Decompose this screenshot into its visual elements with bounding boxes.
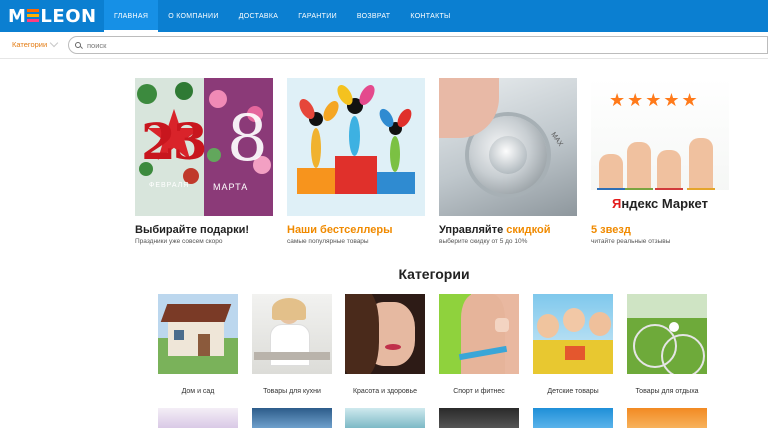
category-tile-peek[interactable] — [533, 408, 613, 428]
category-image[interactable] — [345, 294, 425, 374]
nav-returns[interactable]: ВОЗВРАТ — [347, 0, 400, 32]
promo-subtitle: читайте реальные отзывы — [591, 238, 671, 245]
categories-dropdown-label: Категории — [12, 40, 48, 49]
promo-image-label-feb: ФЕВРАЛЯ — [149, 182, 190, 189]
promo-card-gifts[interactable]: 23 8 ФЕВРАЛЯ МАРТА Выбирайте подарки! Пр… — [135, 78, 273, 245]
category-tile-sport[interactable]: Спорт и фитнес — [439, 294, 519, 395]
promo-card-bestsellers[interactable]: Наши бестселлеры самые популярные товары — [287, 78, 425, 245]
category-tile-beauty[interactable]: Красота и здоровье — [345, 294, 425, 395]
search-input[interactable] — [87, 40, 687, 50]
promo-subtitle: Праздники уже совсем скоро — [135, 238, 223, 245]
promo-image-number-23: 23 — [141, 112, 208, 171]
nav-about[interactable]: О КОМПАНИИ — [158, 0, 228, 32]
category-tile-kitchen[interactable]: Товары для кухни — [252, 294, 332, 395]
search-row: Категории — [0, 32, 768, 59]
nav-warranty[interactable]: ГАРАНТИИ — [288, 0, 347, 32]
category-tile-home-garden[interactable]: Дом и сад — [158, 294, 238, 395]
promo-subtitle: самые популярные товары — [287, 238, 369, 245]
category-image[interactable] — [158, 294, 238, 374]
category-tile-peek[interactable] — [345, 408, 425, 428]
promo-title[interactable]: Наши бестселлеры — [287, 224, 425, 236]
nav-contacts[interactable]: КОНТАКТЫ — [400, 0, 460, 32]
promo-title[interactable]: Управляйте скидкой — [439, 224, 577, 236]
category-tile-peek[interactable] — [252, 408, 332, 428]
promo-subtitle: выберите скидку от 5 до 10% — [439, 238, 528, 245]
category-tile-kids[interactable]: Детские товары — [533, 294, 613, 395]
chevron-down-icon — [49, 38, 59, 48]
promo-card-reviews[interactable]: ★★★★★ Яндекс Маркет 5 звезд читайте реал… — [591, 78, 729, 245]
categories-heading: Категории — [398, 266, 470, 282]
promo-image-knob[interactable]: MAX — [439, 78, 577, 216]
category-label[interactable]: Товары для отдыха — [607, 388, 727, 395]
knob-max-label: MAX — [549, 131, 564, 148]
category-image[interactable] — [627, 294, 707, 374]
promo-image-podium[interactable] — [287, 78, 425, 216]
search-icon — [75, 41, 82, 49]
nav-home[interactable]: ГЛАВНАЯ — [104, 0, 159, 32]
promo-image-label-mar: МАРТА — [213, 182, 249, 192]
promo-image-holidays[interactable]: 23 8 ФЕВРАЛЯ МАРТА — [135, 78, 273, 216]
rating-stars-icon: ★★★★★ — [609, 90, 700, 110]
promo-image-number-8: 8 — [227, 102, 268, 176]
category-image[interactable] — [439, 294, 519, 374]
category-image[interactable] — [252, 294, 332, 374]
category-tile-outdoor[interactable]: Товары для отдыха — [627, 294, 707, 395]
logo[interactable]: M LEON — [8, 6, 97, 27]
category-tile-peek[interactable] — [627, 408, 707, 428]
category-tile-peek[interactable] — [439, 408, 519, 428]
category-image[interactable] — [533, 294, 613, 374]
promo-image-five-stars[interactable]: ★★★★★ Яндекс Маркет — [591, 78, 729, 216]
search-box[interactable] — [68, 36, 768, 54]
category-tile-peek[interactable] — [158, 408, 238, 428]
promo-card-discount[interactable]: MAX Управляйте скидкой выберите скидку о… — [439, 78, 577, 245]
categories-dropdown[interactable]: Категории — [12, 38, 59, 49]
promo-title[interactable]: Выбирайте подарки! — [135, 224, 273, 236]
logo-e-icon — [27, 9, 40, 23]
nav-delivery[interactable]: ДОСТАВКА — [229, 0, 289, 32]
yandex-market-logo: Яндекс Маркет — [591, 190, 729, 216]
main-nav: ГЛАВНАЯ О КОМПАНИИ ДОСТАВКА ГАРАНТИИ ВОЗ… — [104, 0, 461, 32]
promo-title[interactable]: 5 звезд — [591, 224, 729, 236]
top-navbar: M LEON ГЛАВНАЯ О КОМПАНИИ ДОСТАВКА ГАРАНТ… — [0, 0, 768, 32]
